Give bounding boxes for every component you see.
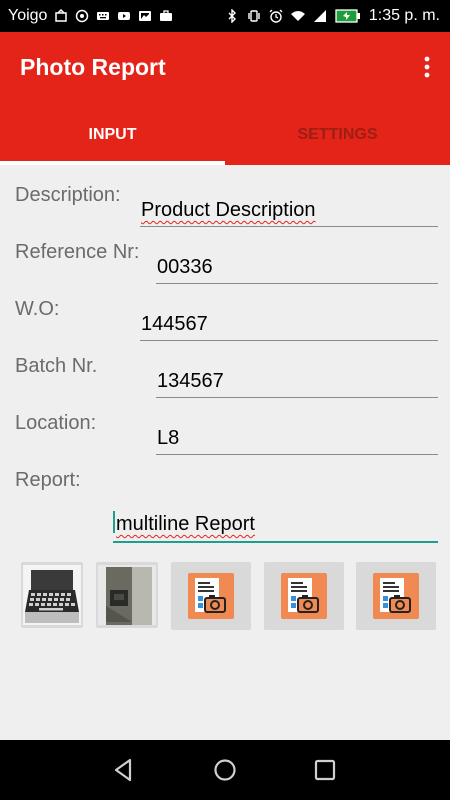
report-value: multiline Report [116,513,255,535]
wo-field[interactable]: 144567 [140,304,438,341]
text-cursor [113,511,115,533]
navigation-bar [0,740,450,800]
sim-icon [55,9,68,22]
wo-value: 144567 [141,313,208,335]
tab-indicator [0,161,225,165]
signal-icon [313,10,326,22]
photo-thumbnail-device[interactable] [96,562,158,628]
carrier-name: Yoigo [8,7,48,24]
wifi-icon [290,11,305,21]
report-field[interactable]: multiline Report [113,505,438,543]
alarm-icon [269,9,283,23]
vibrate-icon [248,10,260,22]
status-bar-left: Yoigo [8,0,173,32]
description-value: Product Description [141,199,316,221]
clock-time: 1:35 p. m. [368,7,440,24]
bluetooth-icon [228,9,236,23]
laptop-photo [23,565,81,625]
batch-label: Batch Nr. [15,355,98,377]
add-photo-icon [281,573,327,619]
add-photo-button-3[interactable] [356,562,436,630]
description-label: Description: [15,184,121,206]
description-field[interactable]: Product Description [140,190,438,227]
add-photo-icon [373,573,419,619]
back-icon[interactable] [110,756,138,784]
location-value: L8 [157,427,180,449]
more-vert-icon[interactable] [420,54,434,82]
add-photo-button-1[interactable] [171,562,251,630]
reference-field[interactable]: 00336 [156,247,438,284]
status-bar: Yoigo 1:35 p. m. [0,0,450,32]
app-title: Photo Report [20,54,166,80]
batch-value: 134567 [157,370,224,392]
app-bar: Photo Report [0,32,450,104]
tab-input[interactable]: INPUT [0,104,225,165]
device-photo [98,565,156,625]
status-bar-right: 1:35 p. m. [225,0,440,32]
location-field[interactable]: L8 [156,418,438,455]
report-value-wrap: multiline Report [113,511,255,536]
add-photo-button-2[interactable] [264,562,344,630]
batch-field[interactable]: 134567 [156,361,438,398]
photo-thumbnail-laptop[interactable] [21,562,83,628]
recents-icon[interactable] [311,756,339,784]
youtube-icon [118,12,131,20]
reference-label: Reference Nr: [15,241,140,263]
keyboard-icon [97,12,110,20]
location-label: Location: [15,412,97,434]
reference-value: 00336 [157,256,213,278]
report-label: Report: [15,469,81,491]
home-icon[interactable] [211,756,239,784]
tab-settings[interactable]: SETTINGS [225,104,450,165]
add-photo-icon [188,573,234,619]
battery-icon [335,9,360,23]
photo-icon [139,11,152,21]
tab-bar: INPUT SETTINGS [0,104,450,165]
wo-label: W.O: [15,298,60,320]
briefcase-icon [160,10,173,21]
whatsapp-icon [76,9,89,23]
